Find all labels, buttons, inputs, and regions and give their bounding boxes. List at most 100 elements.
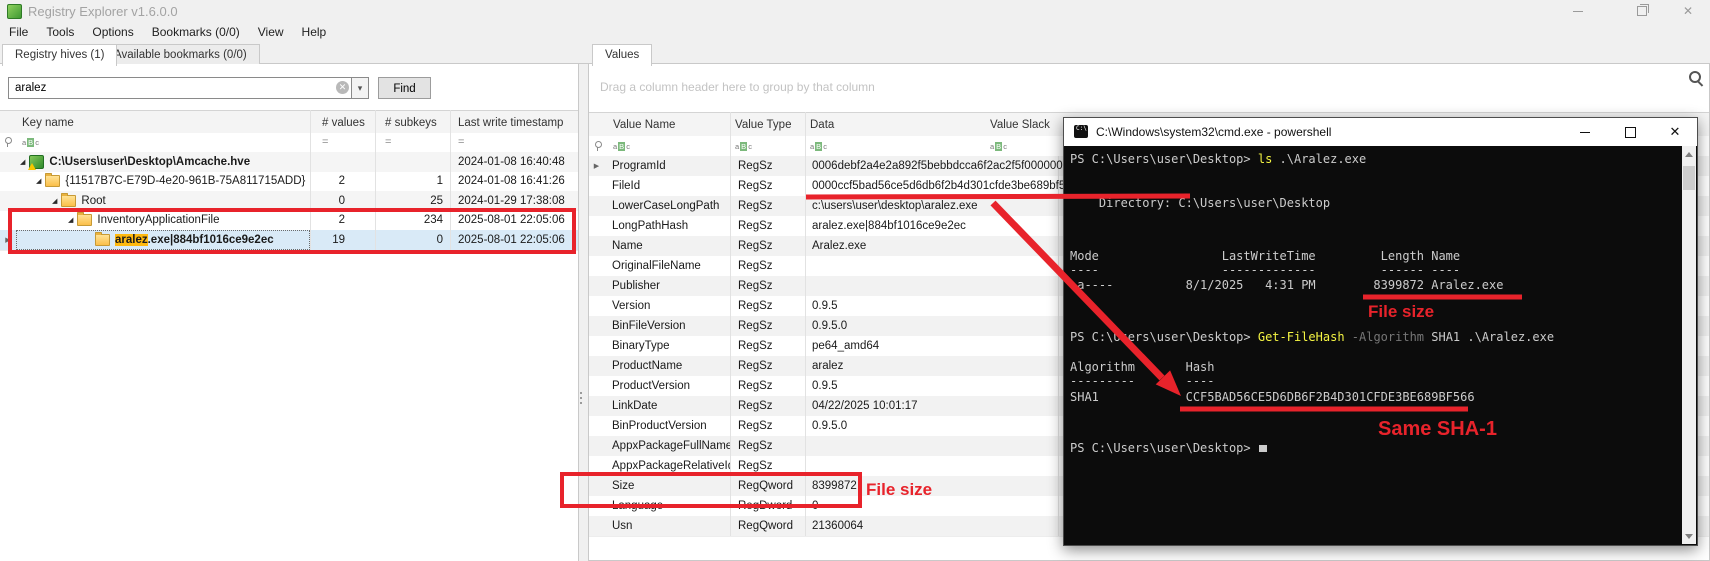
value-data-cell: 0006debf2a4e2a892f5bebbdcca6f2ac2f5f0000… bbox=[804, 156, 1075, 176]
search-input[interactable] bbox=[8, 77, 352, 99]
expand-collapse-icon[interactable]: ◢ bbox=[36, 177, 41, 185]
cmd-maximize-button[interactable] bbox=[1608, 118, 1652, 146]
tree-key-name-cell[interactable]: ◢InventoryApplicationFile bbox=[16, 211, 310, 231]
panel-splitter[interactable] bbox=[580, 392, 583, 404]
search-hit-highlight: aralez bbox=[115, 234, 148, 246]
menu-item-bookmarks[interactable]: Bookmarks (0/0) bbox=[152, 25, 240, 39]
clear-search-icon[interactable]: ✕ bbox=[336, 81, 349, 94]
app-titlebar: Registry Explorer v1.6.0.0 ✕ bbox=[0, 0, 1710, 22]
value-type-cell: RegSz bbox=[730, 276, 804, 296]
tree-key-label: aralez.exe|884bf1016ce9e2ec bbox=[115, 234, 274, 246]
row-indicator-icon: ▶ bbox=[5, 236, 10, 244]
value-type-cell: RegSz bbox=[730, 456, 804, 476]
cmd-close-button[interactable]: ✕ bbox=[1653, 118, 1697, 146]
tree-key-name-cell[interactable]: aralez.exe|884bf1016ce9e2ec bbox=[16, 230, 310, 250]
value-type-cell: RegSz bbox=[730, 436, 804, 456]
tree-key-name-cell[interactable]: ◢ Root bbox=[16, 191, 310, 211]
value-type-cell: RegSz bbox=[730, 176, 804, 196]
row-indicator-cell bbox=[589, 416, 604, 436]
menu-item-tools[interactable]: Tools bbox=[46, 25, 74, 39]
value-name-cell: Language bbox=[604, 496, 730, 516]
filter-pin-icon[interactable] bbox=[4, 137, 11, 147]
cmd-scrollbar[interactable] bbox=[1682, 146, 1696, 544]
tree-row[interactable]: ◢{11517B7C-E79D-4e20-961B-75A811715ADD} 2… bbox=[0, 172, 578, 193]
app-minimize-button[interactable] bbox=[1556, 0, 1600, 22]
tree-filter-row[interactable]: aBc = = = bbox=[0, 133, 578, 153]
row-indicator-cell bbox=[0, 152, 16, 172]
tab-registry-hives[interactable]: Registry hives (1) bbox=[2, 44, 117, 66]
expand-collapse-icon[interactable]: ◢ bbox=[52, 197, 57, 205]
text-filter-icon[interactable]: aBc bbox=[735, 142, 752, 151]
menu-item-options[interactable]: Options bbox=[92, 25, 133, 39]
row-indicator-cell bbox=[589, 516, 604, 536]
value-type-cell: RegQword bbox=[730, 516, 804, 536]
value-data-cell: 21360064 bbox=[804, 516, 863, 536]
value-data-cell bbox=[804, 456, 812, 476]
value-type-cell: RegDword bbox=[730, 496, 804, 516]
equals-filter-icon[interactable]: = bbox=[458, 136, 464, 148]
tree-row[interactable]: ◢Root0252024-01-29 17:38:08 bbox=[0, 191, 578, 212]
hive-icon bbox=[29, 155, 44, 169]
search-dropdown-button[interactable]: ▾ bbox=[352, 77, 369, 99]
tab-values[interactable]: Values bbox=[592, 44, 652, 66]
tree-row[interactable]: ◢InventoryApplicationFile22342025-08-01 … bbox=[0, 211, 578, 232]
tree-col-values[interactable]: # values bbox=[322, 111, 372, 134]
menu-item-view[interactable]: View bbox=[258, 25, 284, 39]
row-indicator-cell bbox=[589, 216, 604, 236]
value-type-cell: RegSz bbox=[730, 236, 804, 256]
row-indicator-cell: ▶ bbox=[589, 156, 604, 176]
terminal-line: PS C:\Users\user\Desktop> ls .\Aralez.ex… bbox=[1070, 152, 1366, 167]
values-col-value-name[interactable]: Value Name bbox=[613, 113, 733, 137]
cmd-minimize-button[interactable] bbox=[1563, 118, 1607, 146]
scrollbar-thumb[interactable] bbox=[1683, 166, 1695, 190]
terminal-line: SHA1 CCF5BAD56CE5D6DB6F2B4D301CFDE3BE689… bbox=[1070, 390, 1475, 405]
tree-col-divider bbox=[375, 110, 376, 250]
text-filter-icon[interactable]: aBc bbox=[22, 138, 39, 147]
tree-key-label: Root bbox=[81, 195, 105, 207]
row-indicator-cell bbox=[589, 476, 604, 496]
minimize-icon bbox=[1580, 132, 1590, 133]
scroll-down-icon[interactable] bbox=[1682, 528, 1696, 544]
values-col-data[interactable]: Data bbox=[810, 113, 980, 137]
filter-pin-icon[interactable] bbox=[594, 141, 601, 151]
find-button[interactable]: Find bbox=[378, 77, 431, 99]
scroll-up-icon[interactable] bbox=[1682, 146, 1696, 162]
tree-subkeys-count: 234 bbox=[375, 211, 450, 231]
folder-icon bbox=[45, 175, 60, 187]
value-type-cell: RegSz bbox=[730, 376, 804, 396]
app-restore-button[interactable] bbox=[1620, 0, 1664, 22]
tree-last-write-timestamp: 2024-01-08 16:41:26 bbox=[450, 172, 577, 192]
tree-row[interactable]: ◢C:\Users\user\Desktop\Amcache.hve2024-0… bbox=[0, 152, 578, 173]
expand-collapse-icon[interactable]: ◢ bbox=[20, 158, 25, 166]
text-filter-icon[interactable]: aBc bbox=[613, 142, 630, 151]
tree-key-name-cell[interactable]: ◢{11517B7C-E79D-4e20-961B-75A811715ADD} bbox=[16, 172, 310, 192]
tree-col-subkeys[interactable]: # subkeys bbox=[385, 111, 445, 134]
row-indicator-cell bbox=[589, 436, 604, 456]
search-magnifier-icon[interactable] bbox=[1688, 70, 1704, 86]
tab-available-bookmarks[interactable]: Available bookmarks (0/0) bbox=[101, 44, 260, 65]
tree-subkeys-count bbox=[375, 152, 450, 172]
values-col-value-type[interactable]: Value Type bbox=[735, 113, 805, 137]
expand-collapse-icon[interactable]: ◢ bbox=[68, 216, 73, 224]
values-col-divider bbox=[1058, 156, 1059, 536]
values-col-divider bbox=[730, 112, 731, 536]
equals-filter-icon[interactable]: = bbox=[322, 136, 328, 148]
equals-filter-icon[interactable]: = bbox=[385, 136, 391, 148]
text-filter-icon[interactable]: aBc bbox=[810, 142, 827, 151]
value-data-cell: aralez.exe|884bf1016ce9e2ec bbox=[804, 216, 966, 236]
value-data-cell bbox=[804, 256, 812, 276]
value-data-cell: 0.9.5 bbox=[804, 376, 838, 396]
cmd-titlebar[interactable]: C:\ C:\Windows\system32\cmd.exe - powers… bbox=[1064, 118, 1697, 146]
tree-row[interactable]: ▶aralez.exe|884bf1016ce9e2ec1902025-08-0… bbox=[0, 230, 578, 251]
menu-item-file[interactable]: File bbox=[9, 25, 28, 39]
menu-item-help[interactable]: Help bbox=[302, 25, 327, 39]
tree-values-count: 0 bbox=[310, 191, 375, 211]
value-type-cell: RegSz bbox=[730, 256, 804, 276]
tree-col-key-name[interactable]: Key name bbox=[22, 111, 302, 134]
text-filter-icon[interactable]: aBc bbox=[990, 142, 1007, 151]
tree-col-last-write[interactable]: Last write timestamp bbox=[458, 111, 576, 134]
tree-key-name-cell[interactable]: ◢C:\Users\user\Desktop\Amcache.hve bbox=[16, 152, 310, 172]
close-icon: ✕ bbox=[1670, 124, 1681, 140]
app-close-button[interactable]: ✕ bbox=[1666, 0, 1710, 22]
value-data-cell bbox=[804, 436, 812, 456]
